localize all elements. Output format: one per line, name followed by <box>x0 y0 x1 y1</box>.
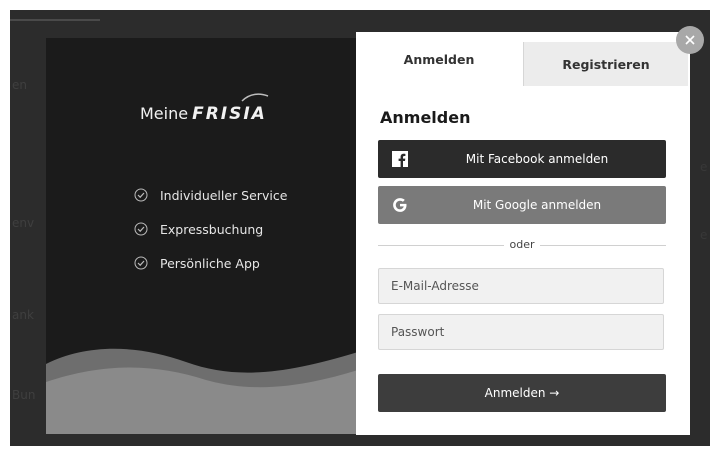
facebook-icon <box>392 140 408 178</box>
feature-label: Individueller Service <box>160 187 288 203</box>
password-field[interactable] <box>378 314 664 350</box>
feature-item: Expressbuchung <box>134 212 287 246</box>
brand-logo: Meine FRISIA <box>140 104 267 124</box>
google-icon <box>392 186 408 224</box>
close-icon <box>685 35 695 45</box>
tab-login[interactable]: Anmelden <box>356 32 522 86</box>
divider-line <box>540 245 666 246</box>
background-fragment: e <box>700 228 708 242</box>
brand-panel: Meine FRISIA Individueller Service Expres… <box>46 38 358 434</box>
google-login-button[interactable]: Mit Google anmelden <box>378 186 666 224</box>
tab-register[interactable]: Registrieren <box>523 42 688 86</box>
facebook-login-label: Mit Facebook anmelden <box>465 152 609 166</box>
facebook-login-button[interactable]: Mit Facebook anmelden <box>378 140 666 178</box>
feature-label: Persönliche App <box>160 255 260 271</box>
google-login-label: Mit Google anmelden <box>472 198 602 212</box>
brand-prefix: Meine <box>140 104 189 123</box>
brand-name: FRISIA <box>192 104 267 124</box>
background-fragment: env <box>12 216 35 230</box>
background-fragment: Bun <box>12 388 36 402</box>
screenshot-frame: en env ank Bun e e Meine FRISIA Individue… <box>0 0 716 454</box>
form-title: Anmelden <box>380 108 471 127</box>
background-fragment: e <box>700 160 708 174</box>
background-divider <box>10 19 100 21</box>
feature-item: Individueller Service <box>134 178 287 212</box>
brand-swoosh-icon <box>241 93 269 102</box>
wave-decoration <box>46 348 358 434</box>
feature-label: Expressbuchung <box>160 221 264 237</box>
email-field[interactable] <box>378 268 664 304</box>
login-panel: Registrieren Anmelden Anmelden Mit Faceb… <box>356 32 690 435</box>
feature-item: Persönliche App <box>134 246 287 280</box>
check-circle-icon <box>134 188 148 202</box>
background-fragment: ank <box>12 308 34 322</box>
close-button[interactable] <box>676 26 704 54</box>
feature-list: Individueller Service Expressbuchung Per… <box>134 178 287 280</box>
check-circle-icon <box>134 222 148 236</box>
or-divider: oder <box>378 238 666 252</box>
background-fragment: en <box>12 78 27 92</box>
submit-login-button[interactable]: Anmelden → <box>378 374 666 412</box>
check-circle-icon <box>134 256 148 270</box>
